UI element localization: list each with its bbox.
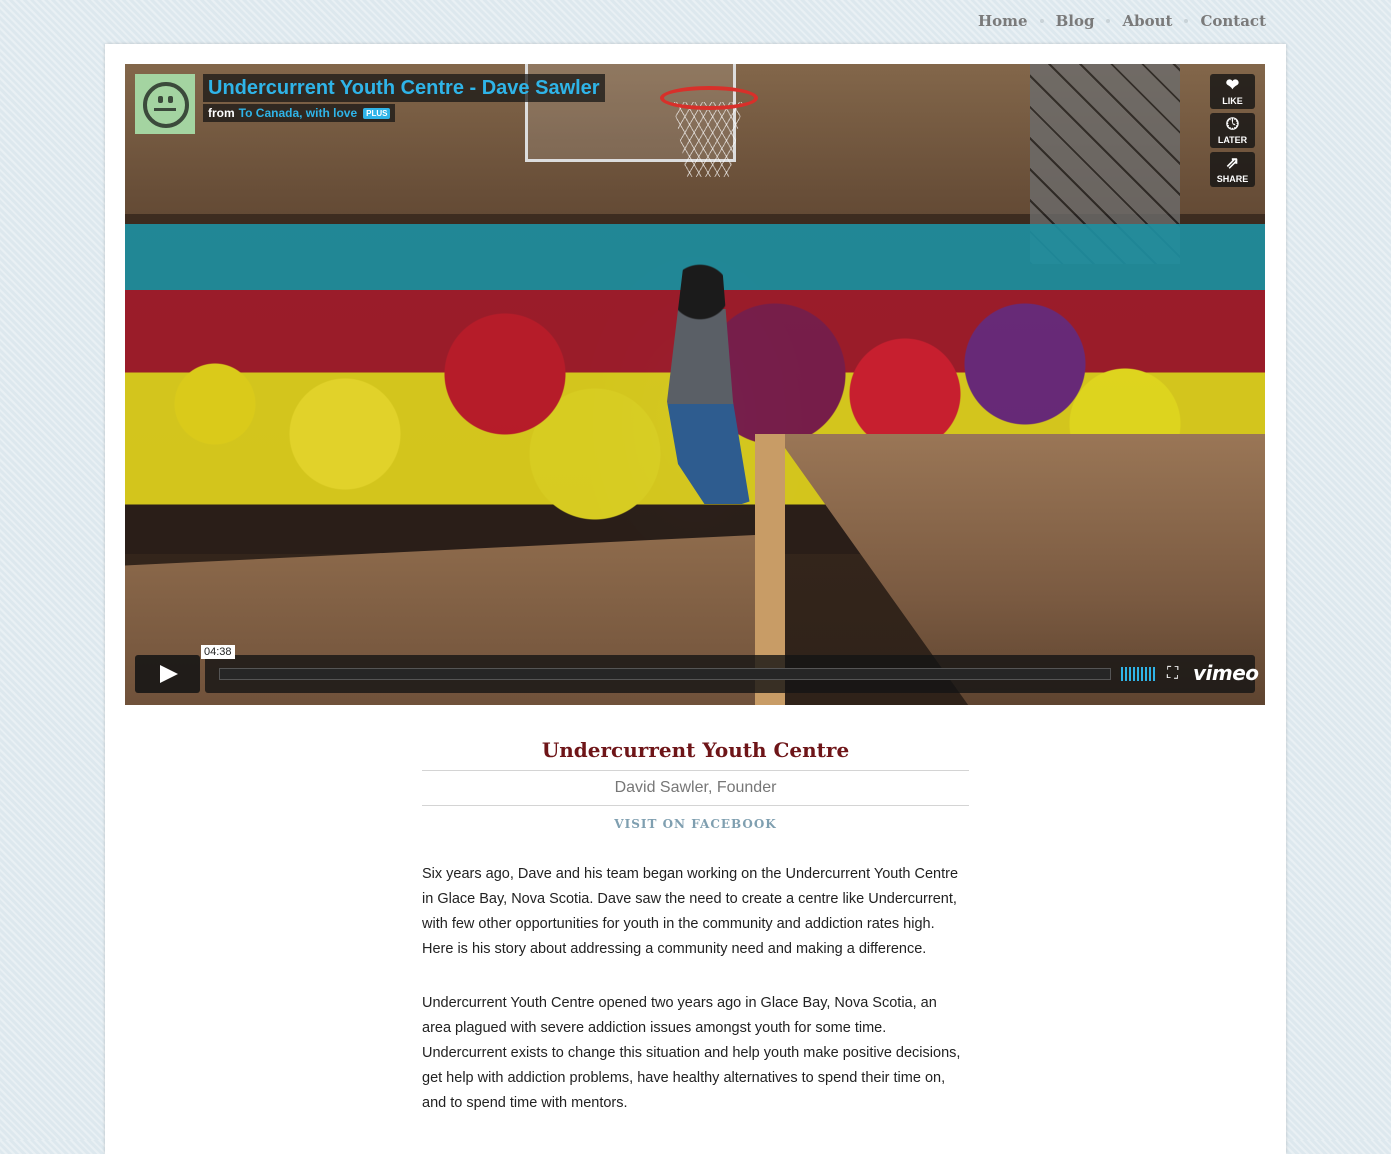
smiley-face-icon — [143, 82, 189, 128]
video-frame-rim — [660, 86, 758, 110]
share-label: SHARE — [1216, 173, 1249, 184]
volume-control[interactable] — [1121, 667, 1155, 681]
play-icon — [160, 665, 178, 683]
timecode-label: 04:38 — [201, 645, 235, 659]
description-paragraph: Undercurrent Youth Centre opened two yea… — [422, 995, 961, 1111]
nav-contact-link[interactable]: Contact — [1200, 12, 1266, 30]
share-icon: ⇗ — [1225, 154, 1240, 172]
video-controls: ⛶ vimeo 04:38 — [135, 645, 1259, 693]
smiley-eye-icon — [168, 96, 173, 103]
play-button[interactable] — [135, 655, 200, 693]
plus-badge: PLUS — [363, 107, 391, 119]
nav-separator — [1106, 19, 1111, 23]
heart-icon: ❤ — [1225, 76, 1240, 94]
progress-bar[interactable] — [219, 668, 1111, 680]
top-navigation: Home Blog About Contact — [978, 12, 1266, 30]
video-byline: from To Canada, with love PLUS — [203, 104, 396, 122]
smiley-mouth-icon — [154, 108, 176, 111]
nav-about-link[interactable]: About — [1122, 12, 1172, 30]
channel-link[interactable]: To Canada, with love — [239, 106, 357, 120]
description-paragraph: Six years ago, Dave and his team began w… — [422, 866, 959, 957]
video-player[interactable]: Undercurrent Youth Centre - Dave Sawler … — [125, 64, 1265, 705]
organization-title: Undercurrent Youth Centre — [422, 738, 969, 771]
facebook-link[interactable]: VISIT ON FACEBOOK — [422, 817, 969, 831]
byline-from-label: from — [208, 106, 235, 120]
nav-blog-link[interactable]: Blog — [1056, 12, 1095, 30]
video-title-overlay: Undercurrent Youth Centre - Dave Sawler … — [135, 74, 605, 134]
smiley-eye-icon — [158, 96, 163, 103]
nav-separator — [1184, 19, 1189, 23]
vimeo-logo[interactable]: vimeo — [1193, 661, 1259, 685]
share-button[interactable]: ⇗ SHARE — [1210, 152, 1255, 187]
watch-later-button[interactable]: 🕓︎ LATER — [1210, 113, 1255, 148]
clock-icon: 🕓︎ — [1226, 115, 1239, 133]
like-button[interactable]: ❤ LIKE — [1210, 74, 1255, 109]
video-side-buttons: ❤ LIKE 🕓︎ LATER ⇗ SHARE — [1210, 74, 1255, 187]
fullscreen-icon[interactable]: ⛶ — [1167, 665, 1178, 683]
control-bar: ⛶ vimeo — [205, 655, 1259, 693]
channel-avatar[interactable] — [135, 74, 195, 134]
nav-separator — [1039, 19, 1044, 23]
video-title[interactable]: Undercurrent Youth Centre - Dave Sawler — [203, 74, 605, 102]
like-label: LIKE — [1222, 95, 1243, 106]
profile-content: Undercurrent Youth Centre David Sawler, … — [422, 738, 969, 1116]
founder-name: David Sawler, Founder — [422, 771, 969, 806]
nav-home-link[interactable]: Home — [978, 12, 1028, 30]
later-label: LATER — [1217, 134, 1248, 145]
video-title-text: Undercurrent Youth Centre - Dave Sawler … — [203, 74, 605, 134]
content-card: Undercurrent Youth Centre - Dave Sawler … — [105, 44, 1286, 1154]
